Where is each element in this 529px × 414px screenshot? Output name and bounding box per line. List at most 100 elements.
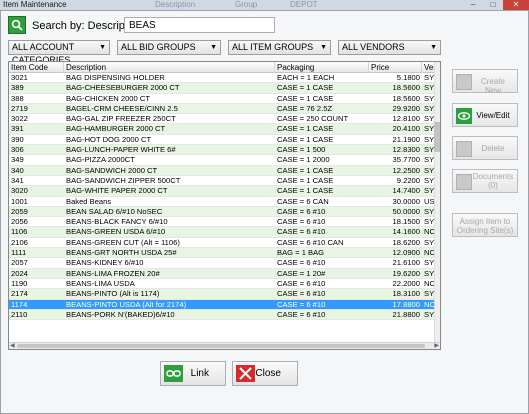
dropdown-label: ALL VENDORS	[342, 42, 405, 52]
table-cell: CASE = 250 COUNT	[277, 114, 349, 124]
table-row[interactable]: 1106 BEANS-GREEN USDA 6/#10 CASE = 6 #10 14…	[9, 227, 435, 238]
table-cell: BAG-WHITE PAPER 2000 CT	[66, 186, 168, 196]
table-row[interactable]: 2024 BEANS-LIMA FROZEN 20# CASE = 1 20# 19.…	[9, 268, 436, 279]
table-cell: BAGEL-CRM CHEESE/CINN 2.5	[66, 103, 178, 113]
scroll-right-icon[interactable]: ▶	[434, 343, 439, 349]
table-cell: 1106	[11, 227, 28, 237]
table-cell: 14.7400	[392, 186, 420, 196]
view-edit-label: View/Edit	[476, 111, 510, 120]
table-row[interactable]: 340 BAG-SANDWICH 2000 CT CASE = 1 CASE 12.2…	[9, 165, 436, 176]
table-row[interactable]: 1174 BEANS-PINTO USDA (Alt for 2174) CASE …	[9, 299, 435, 310]
link-icon	[164, 365, 183, 382]
table-row[interactable]: 2719 BAGEL-CRM CHEESE/CINN 2.5 CASE = 76 2…	[9, 103, 436, 115]
table-cell: BEANS-BLACK FANCY 6/#10	[66, 217, 168, 227]
table-cell: 1174	[11, 299, 28, 309]
column-header-price[interactable]: Price	[369, 62, 422, 73]
table-cell: 389	[11, 83, 24, 93]
vendor-dropdown[interactable]: ALL VENDORS ▼	[338, 40, 441, 55]
bid-group-dropdown[interactable]: ALL BID GROUPS ▼	[117, 40, 221, 55]
table-row[interactable]: 1111 BEANS-GRT NORTH USDA 25# BAG = 1 BAG 1…	[9, 248, 435, 259]
column-header-description[interactable]: Description	[64, 62, 275, 73]
table-row[interactable]: 2059 BEAN SALAD 6/#10 NoSEC CASE = 6 #10 50…	[9, 206, 436, 218]
search-input[interactable]	[124, 17, 275, 33]
trash-icon	[456, 141, 472, 157]
table-cell: CASE = 6 #10	[277, 217, 326, 227]
account-category-dropdown[interactable]: ALL ACCOUNT CATEGORIES ▼	[8, 40, 110, 65]
table-cell: CASE = 6 #10	[277, 227, 326, 237]
scroll-left-icon[interactable]: ◀	[10, 343, 15, 349]
table-row[interactable]: 306 BAG-LUNCH-PAPER WHITE 6# CASE = 1 500 1…	[9, 145, 436, 156]
minimize-button[interactable]: –	[463, 0, 483, 10]
table-row[interactable]: 349 BAG-PIZZA 2000CT CASE = 1 2000 35.7700 S…	[9, 155, 436, 166]
table-cell: 18.3100	[392, 289, 420, 299]
table-row[interactable]: 391 BAG-HAMBURGER 2000 CT CASE = 1 CASE 20.…	[9, 124, 436, 135]
table-cell: 29.9200	[392, 103, 420, 113]
column-header-packaging[interactable]: Packaging	[275, 62, 369, 73]
grid-header: Item Code Description Packaging Price Ve…	[9, 62, 440, 73]
table-cell: 341	[11, 175, 24, 185]
table-cell: 18.5600	[392, 83, 420, 93]
close-window-button[interactable]: ✕	[503, 0, 529, 10]
table-row[interactable]: 3021 BAG DISPENSING HOLDER EACH = 1 EACH 5.…	[9, 73, 436, 84]
delete-button[interactable]: Delete	[452, 136, 518, 160]
table-cell: BEANS-LIMA USDA	[66, 278, 135, 288]
horizontal-scrollbar[interactable]: ◀ ▶	[9, 342, 440, 349]
table-cell: CASE = 6 CAN	[277, 196, 329, 206]
scroll-thumb[interactable]	[434, 122, 440, 152]
vertical-scrollbar[interactable]	[434, 62, 440, 349]
scroll-thumb[interactable]	[17, 344, 425, 348]
dropdown-label: ALL BID GROUPS	[121, 42, 196, 52]
ghost-text: DEPOT	[290, 0, 318, 9]
table-row[interactable]: 2174 BEANS-PINTO (Alt is 1174) CASE = 6 #1…	[9, 289, 436, 300]
table-row[interactable]: 2057 BEANS-KIDNEY 6/#10 CASE = 6 #10 21.610…	[9, 258, 436, 269]
table-cell: CASE = 1 CASE	[277, 165, 334, 175]
documents-icon	[456, 174, 472, 190]
search-button[interactable]	[8, 16, 26, 34]
table-cell: CASE = 1 20#	[277, 268, 326, 278]
table-row[interactable]: 1190 BEANS-LIMA USDA CASE = 6 #10 22.2000 NC	[9, 278, 435, 290]
table-cell: 18.1500	[392, 217, 420, 227]
close-button[interactable]: Close	[232, 361, 298, 386]
chevron-down-icon: ▼	[210, 44, 217, 51]
table-cell: 18.5600	[392, 93, 420, 103]
link-button[interactable]: Link	[160, 361, 226, 386]
create-new-label: Create New	[480, 77, 505, 95]
table-cell: 1001	[11, 196, 28, 206]
table-cell: Baked Beans	[66, 196, 112, 206]
table-cell: BEANS-LIMA FROZEN 20#	[66, 268, 160, 278]
table-cell: 1190	[11, 278, 28, 288]
maximize-button[interactable]: □	[483, 0, 503, 10]
table-row[interactable]: 389 BAG-CHEESEBURGER 2000 CT CASE = 1 CASE…	[9, 83, 436, 94]
table-cell: BAG-SANDWICH ZIPPER 500CT	[66, 175, 181, 185]
table-cell: CASE = 6 #10	[277, 278, 326, 288]
table-row[interactable]: 2110 BEANS-PORK N'(BAKED)6/#10 CASE = 6 #1…	[9, 309, 436, 321]
table-cell: CASE = 1 CASE	[277, 124, 334, 134]
table-row[interactable]: 2056 BEANS-BLACK FANCY 6/#10 CASE = 6 #10 1…	[9, 217, 436, 228]
table-row[interactable]: 3022 BAG-GAL ZIP FREEZER 250CT CASE = 250 …	[9, 114, 436, 125]
table-row[interactable]: 388 BAG-CHICKEN 2000 CT CASE = 1 CASE 18.56…	[9, 93, 436, 104]
table-cell: 19.6200	[392, 268, 420, 278]
table-cell: BAG-PIZZA 2000CT	[66, 155, 135, 165]
table-cell: BEANS-PINTO (Alt is 1174)	[66, 289, 160, 299]
table-row[interactable]: 3020 BAG-WHITE PAPER 2000 CT CASE = 1 CASE…	[9, 186, 436, 197]
table-row[interactable]: 1001 Baked Beans CASE = 6 CAN 30.0000 US	[9, 196, 435, 207]
view-edit-button[interactable]: View/Edit	[452, 103, 518, 127]
table-row[interactable]: 390 BAG-HOT DOG 2000 CT CASE = 1 CASE 21.19…	[9, 135, 436, 146]
table-cell: 388	[11, 93, 24, 103]
column-header-item-code[interactable]: Item Code	[9, 62, 64, 73]
table-cell: BEANS-PORK N'(BAKED)6/#10	[66, 309, 175, 319]
assign-to-sites-button[interactable]: Assign Item to Ordering Site(s)	[452, 213, 518, 237]
table-cell: 22.2000	[392, 278, 420, 288]
documents-button[interactable]: Documents (0)	[452, 169, 518, 193]
create-new-icon	[456, 74, 472, 90]
table-cell: 2059	[11, 206, 28, 216]
table-cell: 14.1600	[392, 227, 420, 237]
table-cell: 349	[11, 155, 24, 165]
link-label: Link	[190, 368, 209, 379]
table-row[interactable]: 341 BAG-SANDWICH ZIPPER 500CT CASE = 1 CAS…	[9, 175, 436, 187]
table-cell: CASE = 6 #10	[277, 289, 326, 299]
item-group-dropdown[interactable]: ALL ITEM GROUPS ▼	[228, 40, 331, 55]
table-row[interactable]: 2106 BEANS-GREEN CUT (Alt = 1106) CASE = 6…	[9, 238, 436, 249]
table-cell: 2056	[11, 217, 28, 227]
create-new-button[interactable]: Create New	[452, 69, 518, 95]
